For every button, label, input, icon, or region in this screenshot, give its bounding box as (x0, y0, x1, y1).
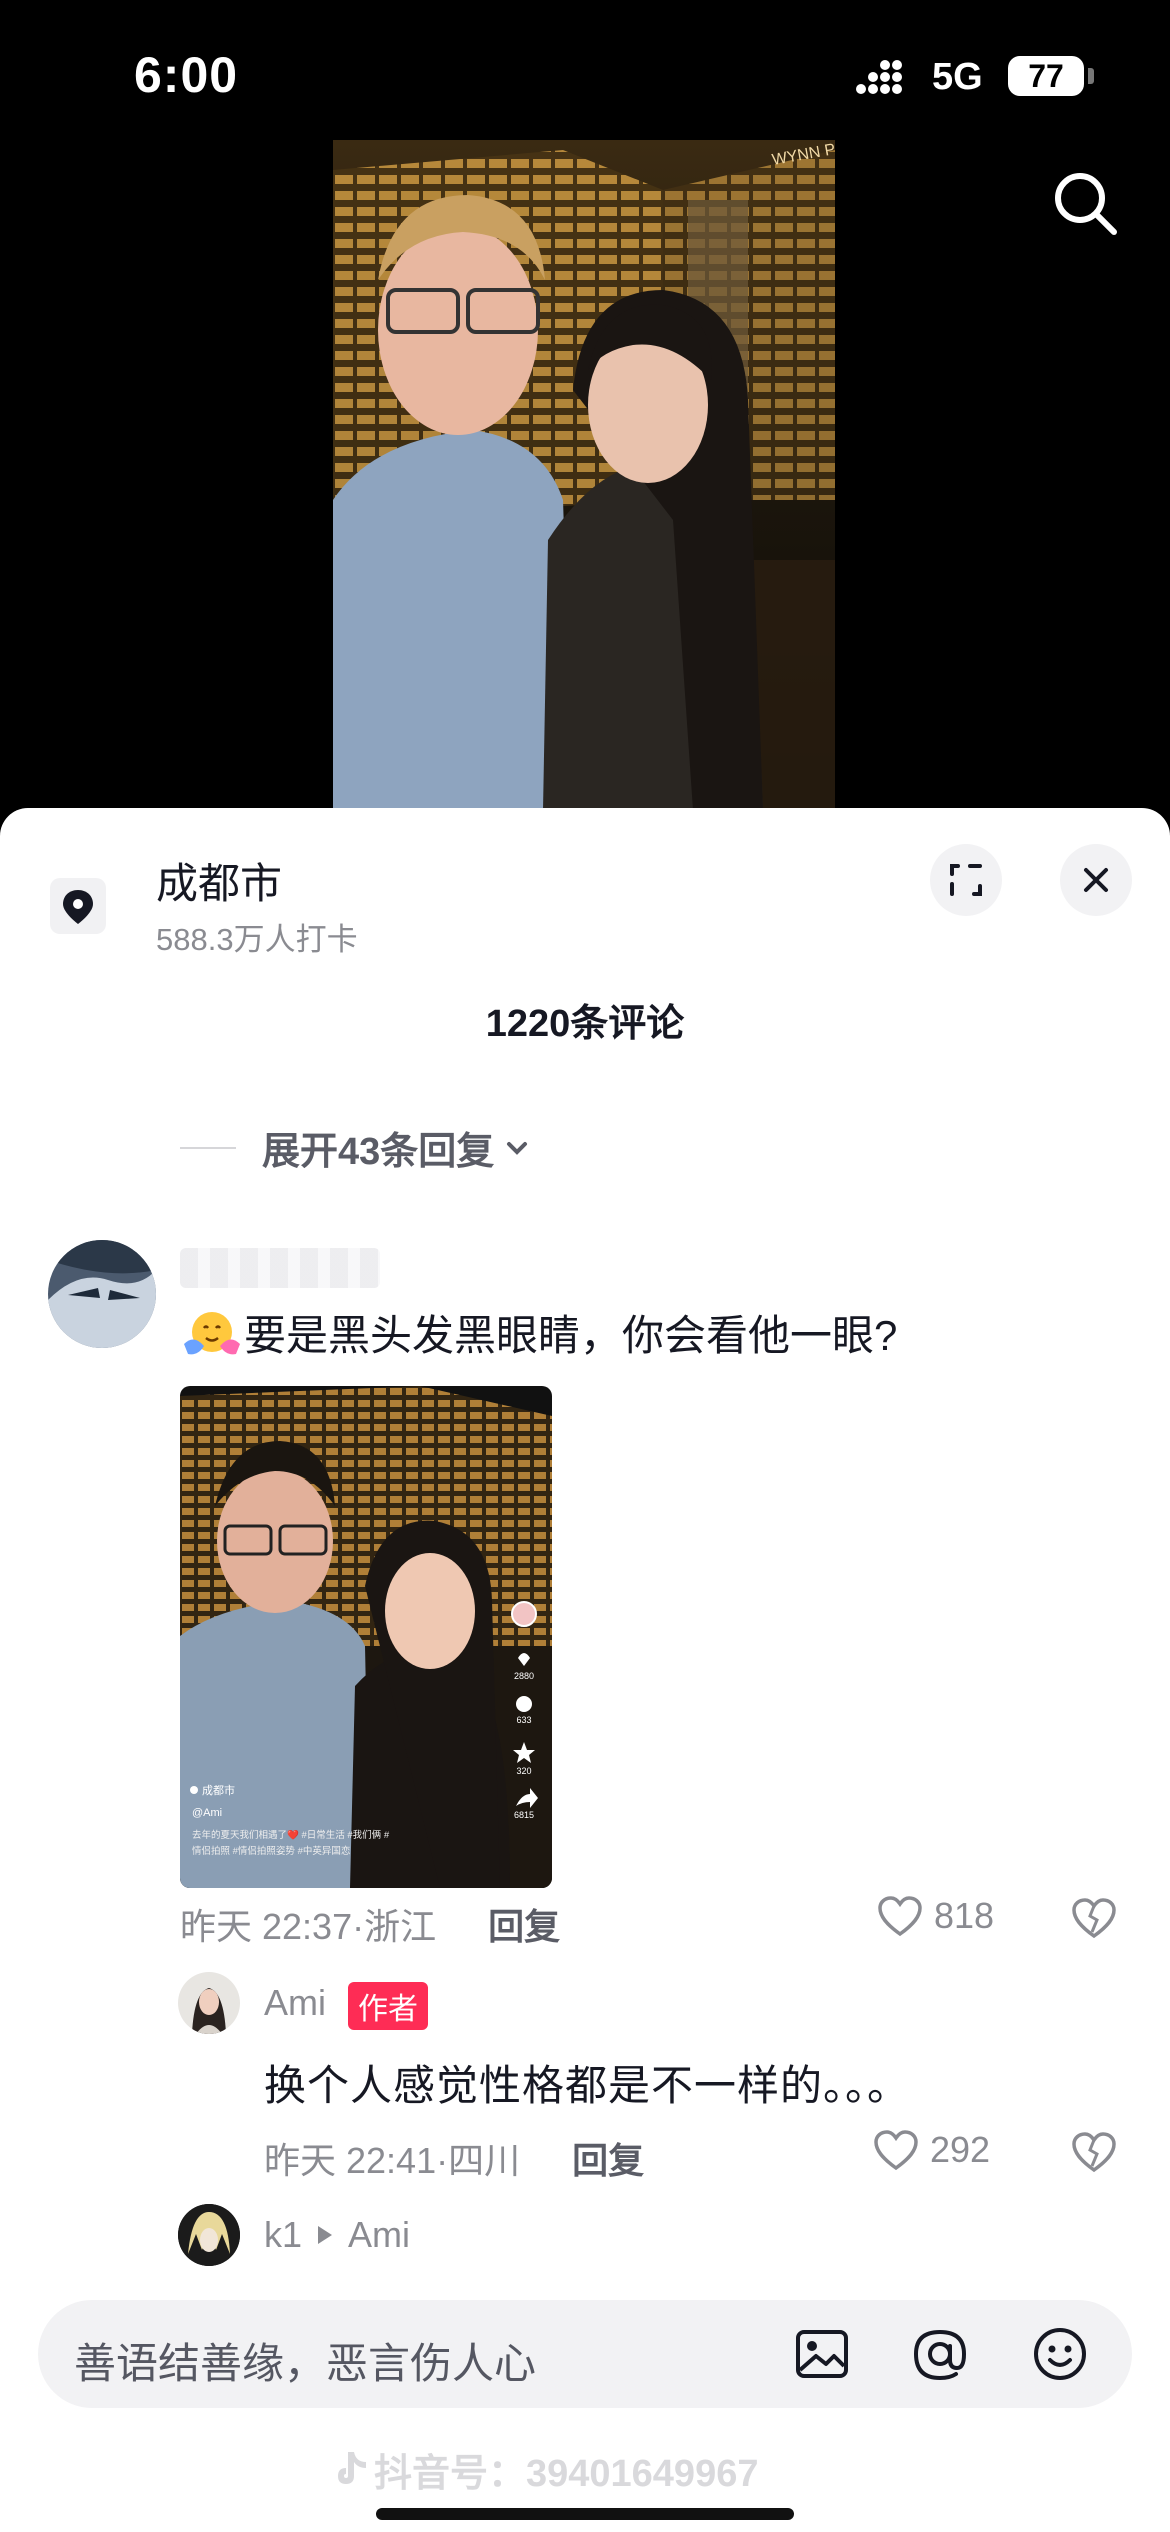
image-caption-1: 去年的夏天我们相遇了❤️ #日常生活 #我们俩 # (192, 1829, 390, 1841)
watermark-text: 抖音号：39401649967 (374, 2453, 759, 2495)
reply-button[interactable]: 回复 (488, 1898, 560, 1950)
status-bar: 6:00 5G 77 (0, 0, 1170, 150)
hugging-emoji-icon (184, 1311, 240, 1354)
divider-line (180, 1146, 236, 1149)
status-time: 6:00 (134, 47, 239, 103)
comment-input-placeholder: 善语结善缘，恶言伤人心 (74, 2340, 537, 2387)
image-avatar-icon (511, 1601, 537, 1627)
close-icon (1084, 868, 1108, 892)
reply-meta: 昨天 22:41·四川 回复 (264, 2132, 644, 2184)
video-frame: WYNN PALACE (333, 140, 835, 810)
watermark: 抖音号：39401649967 (330, 2442, 758, 2497)
image-icon (796, 2330, 848, 2378)
avatar[interactable] (178, 2204, 240, 2266)
broken-heart-icon (1072, 1898, 1116, 1939)
douyin-logo-icon (338, 2451, 366, 2484)
reply-author-name[interactable]: Ami (264, 1982, 326, 2024)
expand-replies-button[interactable]: 展开43条回复 (180, 1120, 532, 1175)
image-picker-button[interactable] (790, 2322, 854, 2391)
image-shares-count: 6815 (514, 1810, 534, 1820)
close-button[interactable] (1060, 844, 1132, 916)
comment-time-place: 昨天 22:37·浙江 (180, 1906, 437, 1947)
comment-input[interactable]: 善语结善缘，恶言伤人心 (38, 2300, 1132, 2408)
home-indicator[interactable] (376, 2508, 794, 2520)
comment-meta: 昨天 22:37·浙江 回复 (180, 1898, 560, 1950)
emoji-button[interactable] (1028, 2322, 1092, 2391)
author-badge: 作者 (348, 1982, 428, 2030)
network-type: 5G (932, 56, 983, 98)
reply-button[interactable]: 回复 (572, 2132, 644, 2184)
location-checkins: 588.3万人打卡 (156, 922, 358, 957)
image-comment-icon (516, 1696, 532, 1712)
comments-count-title: 1220条评论 (485, 1003, 685, 1045)
broken-heart-icon (1072, 2132, 1116, 2173)
like-button[interactable]: 292 (872, 2128, 990, 2172)
image-comments-count: 633 (516, 1715, 531, 1725)
battery-icon: 77 (1008, 56, 1084, 96)
reply-author-name[interactable]: k1 (264, 2214, 302, 2256)
comment-body: 要是黑头发黑眼睛，你会看他一眼? (184, 1302, 897, 1363)
like-count: 818 (934, 1895, 995, 1936)
image-favorites-count: 320 (516, 1766, 531, 1776)
search-button[interactable] (1050, 168, 1120, 243)
comment-sheet: 成都市 588.3万人打卡 1220条评论 展开43条回复 要是黑头发黑眼睛，你… (0, 808, 1170, 2532)
reply-time-place: 昨天 22:41·四川 (264, 2140, 521, 2181)
battery-tip (1088, 68, 1094, 84)
dislike-button[interactable] (1070, 2130, 1118, 2179)
image-location: 成都市 (202, 1783, 235, 1797)
like-count: 292 (930, 2129, 991, 2170)
location-pin-icon (50, 878, 106, 934)
avatar[interactable] (48, 1240, 156, 1348)
comment-text: 要是黑头发黑眼睛，你会看他一眼? (244, 1312, 898, 1359)
video-player[interactable]: WYNN PALACE (333, 140, 835, 810)
avatar[interactable] (178, 1972, 240, 2034)
comment-image-frame: 2880 633 320 6815 成都市 @Ami 去年的夏天我们相遇了❤️ … (180, 1386, 552, 1888)
image-caption-2: 情侣拍照 #情侣拍照姿势 #中英异国恋 (192, 1845, 350, 1857)
like-button[interactable]: 818 (876, 1894, 994, 1938)
reply-target-name[interactable]: Ami (348, 2214, 410, 2256)
chevron-down-icon (507, 1141, 528, 1155)
location-name[interactable]: 成都市 (156, 850, 282, 911)
expand-icon (950, 864, 982, 896)
smiley-icon (1034, 2328, 1086, 2380)
image-handle: @Ami (192, 1807, 222, 1819)
dislike-button[interactable] (1070, 1896, 1118, 1945)
commenter-name-blurred (180, 1248, 380, 1288)
reply-text: 换个人感觉性格都是不一样的。。。 (264, 2062, 911, 2109)
reply-chain: k1 Ami (264, 2214, 410, 2256)
reply-arrow-icon (318, 2226, 333, 2244)
expand-sheet-button[interactable] (930, 844, 1002, 916)
image-likes-count: 2880 (514, 1671, 534, 1681)
search-icon (1055, 173, 1117, 235)
image-pin-icon (190, 1786, 198, 1794)
signal-icon (856, 60, 902, 94)
heart-icon (874, 2130, 918, 2171)
at-sign-icon (913, 2329, 967, 2381)
heart-icon (878, 1896, 922, 1937)
comment-image[interactable]: 2880 633 320 6815 成都市 @Ami 去年的夏天我们相遇了❤️ … (180, 1386, 552, 1888)
mention-button[interactable] (908, 2322, 972, 2391)
expand-replies-label: 展开43条回复 (262, 1131, 495, 1173)
